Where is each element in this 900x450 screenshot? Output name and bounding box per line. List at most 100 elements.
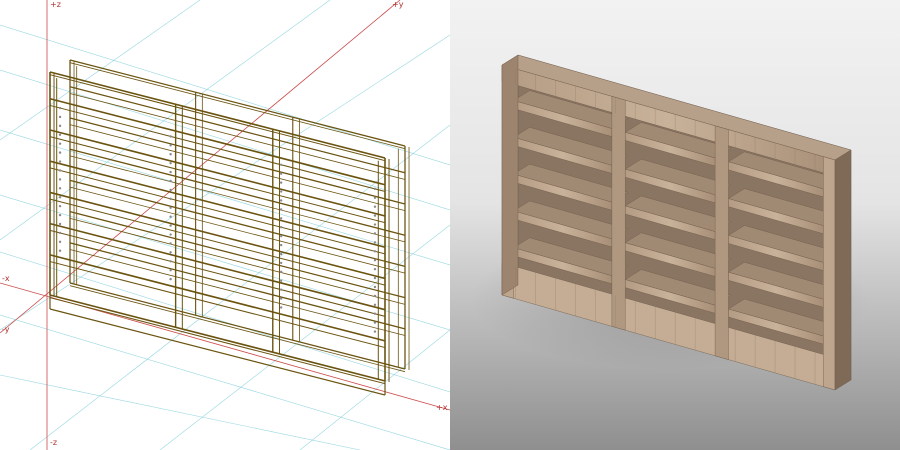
shelf-edge xyxy=(69,211,406,299)
pin-hole xyxy=(169,242,172,245)
pin-hole xyxy=(279,279,283,282)
pin-hole xyxy=(58,133,62,136)
side-panel-right xyxy=(834,149,852,391)
upright-front xyxy=(611,96,626,331)
pin-hole xyxy=(169,161,172,165)
pin-hole xyxy=(373,232,377,235)
frame-edge xyxy=(49,294,386,382)
pin-hole xyxy=(279,217,283,220)
pin-hole xyxy=(169,144,172,147)
pin-hole xyxy=(279,226,283,229)
pin-hole xyxy=(169,153,172,156)
shelf-edge xyxy=(49,222,386,311)
shelf-edge xyxy=(49,261,386,349)
pin-hole xyxy=(373,259,377,262)
pin-hole xyxy=(169,206,172,209)
shelf-edge xyxy=(49,136,386,224)
axis-label-minus-x: -x xyxy=(2,274,10,283)
pin-hole xyxy=(373,294,377,298)
frame-edge xyxy=(49,74,386,162)
shelf-edge xyxy=(69,249,406,336)
pin-hole xyxy=(279,288,283,291)
plinth-edge xyxy=(49,308,386,396)
side-panel-left xyxy=(501,54,519,296)
frame-edge xyxy=(69,282,406,370)
pin-hole xyxy=(279,163,283,166)
wireframe-canvas: +z +y -x -y +x -z xyxy=(0,0,450,450)
pin-hole xyxy=(58,249,62,252)
shelf-edge xyxy=(49,97,386,186)
pin-hole xyxy=(279,208,283,211)
pin-hole xyxy=(373,241,377,244)
shelf-edge xyxy=(69,86,406,174)
wireframe-viewport[interactable]: +z +y -x -y +x -z xyxy=(0,0,450,450)
pin-hole xyxy=(58,169,62,172)
upright-front xyxy=(714,125,729,360)
pin-hole xyxy=(58,231,62,235)
pin-hole xyxy=(58,142,62,145)
frame-edge xyxy=(69,59,406,147)
upright-front xyxy=(823,156,836,391)
pin-hole xyxy=(58,222,62,226)
pin-hole xyxy=(169,197,172,201)
pin-hole xyxy=(58,196,62,199)
axis-label-minus-y: -y xyxy=(2,325,10,334)
pin-hole xyxy=(373,223,377,226)
shelf-edge xyxy=(49,104,386,192)
pin-hole xyxy=(169,251,172,254)
pin-hole xyxy=(373,214,377,217)
render-canvas xyxy=(450,0,900,450)
pin-hole xyxy=(279,181,283,184)
pin-hole xyxy=(279,243,283,247)
pin-hole xyxy=(279,252,283,256)
pin-hole xyxy=(58,160,62,163)
shelf-edge xyxy=(49,191,386,280)
pin-hole xyxy=(279,261,283,265)
pin-hole xyxy=(58,240,62,244)
pin-hole xyxy=(373,312,377,315)
shelf-edge xyxy=(49,198,386,286)
pin-hole xyxy=(169,135,172,138)
shelf-edge xyxy=(49,229,386,317)
pin-hole xyxy=(169,170,172,174)
shelf-edge xyxy=(49,254,386,342)
axis-label-plus-z: +z xyxy=(50,0,61,9)
grid-line xyxy=(0,251,450,393)
pin-hole xyxy=(279,234,283,238)
shelf-edge xyxy=(69,148,406,236)
render-viewport[interactable] xyxy=(450,0,900,450)
pin-hole xyxy=(373,276,377,280)
pin-hole xyxy=(58,115,62,119)
pin-hole xyxy=(58,204,62,208)
shelf-edge xyxy=(69,93,406,180)
pin-hole xyxy=(58,151,62,154)
pin-hole xyxy=(279,297,283,300)
pin-hole xyxy=(58,213,62,217)
pin-hole xyxy=(373,321,377,324)
pin-hole xyxy=(279,190,283,193)
pin-hole xyxy=(58,106,62,110)
axis-label-minus-z: -z xyxy=(50,438,57,447)
pin-hole xyxy=(169,224,172,227)
grid-line xyxy=(29,124,450,450)
pin-hole xyxy=(279,270,283,274)
shelf-edge xyxy=(69,117,406,205)
pin-hole xyxy=(279,306,283,309)
pin-hole xyxy=(373,205,377,208)
pin-hole xyxy=(169,260,172,263)
pin-hole xyxy=(58,178,62,181)
pin-hole xyxy=(169,277,172,281)
shelf-edge xyxy=(69,217,406,305)
shelf-edge xyxy=(69,124,406,212)
shelf-edge xyxy=(69,186,406,274)
pin-hole xyxy=(373,303,377,307)
pin-hole xyxy=(169,233,172,236)
pin-hole xyxy=(169,269,172,272)
pin-hole xyxy=(169,179,172,183)
grid-lines xyxy=(0,0,450,450)
pin-hole xyxy=(373,330,377,333)
pin-hole xyxy=(373,187,377,191)
pin-hole xyxy=(373,196,377,199)
shelf-edge xyxy=(49,129,386,217)
pin-hole xyxy=(279,199,283,202)
